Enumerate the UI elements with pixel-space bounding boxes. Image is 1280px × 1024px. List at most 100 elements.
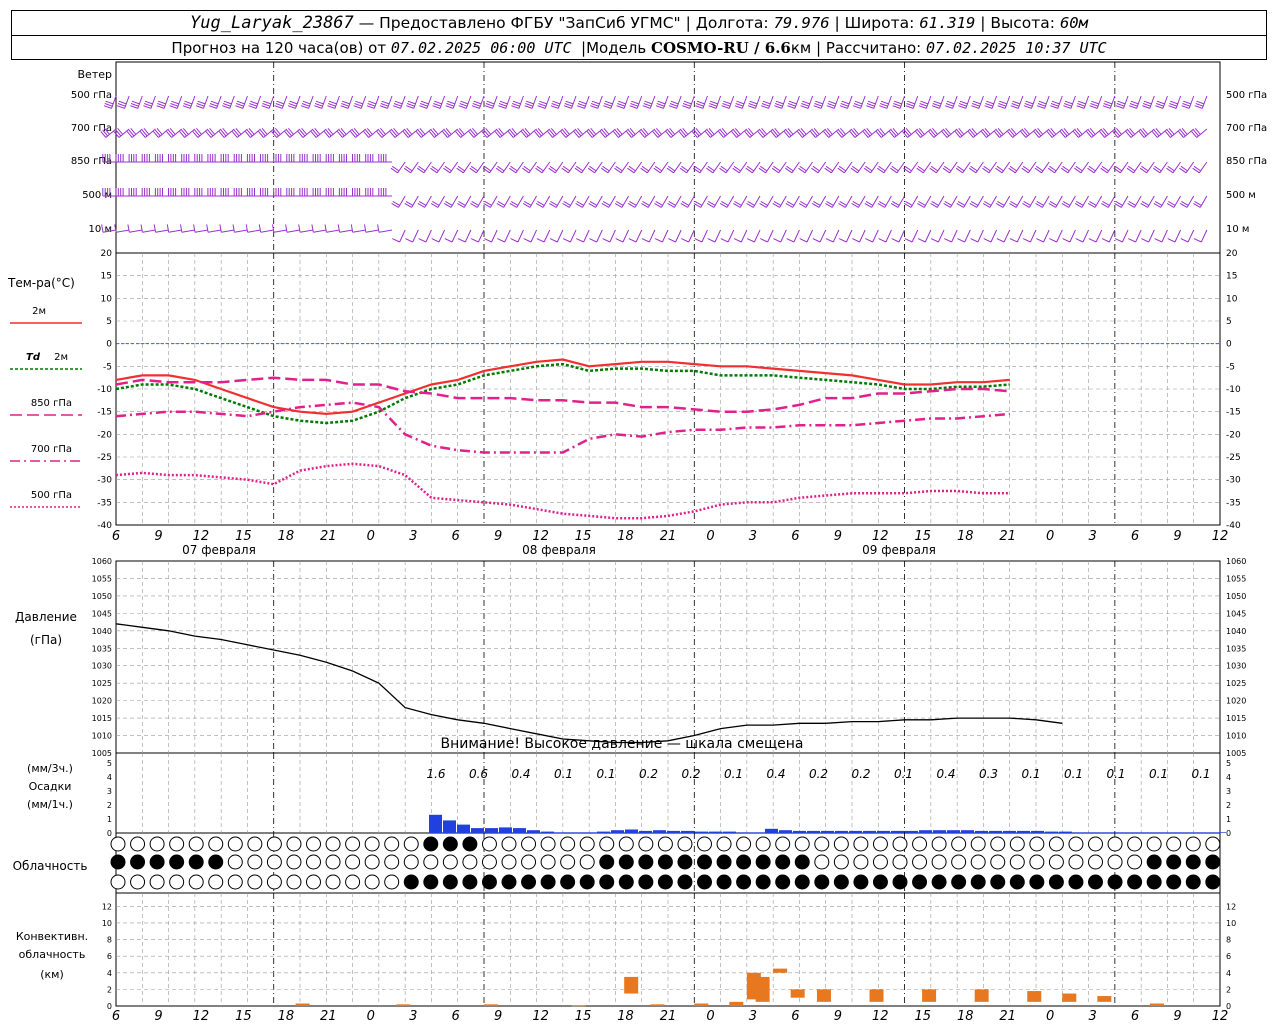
wind-barb xyxy=(464,229,472,243)
wind-barb-flag xyxy=(245,224,249,233)
precip-unit-1h: (мм/1ч.) xyxy=(27,798,73,811)
wind-barb xyxy=(462,161,472,174)
cloud-circle xyxy=(286,836,302,852)
cloud-circle xyxy=(1009,854,1025,870)
wind-barb xyxy=(423,161,432,174)
wind-barb xyxy=(181,229,195,233)
conv-title-3: (км) xyxy=(40,968,64,981)
wind-barb-row xyxy=(102,188,1208,208)
wind-barb-flag xyxy=(457,238,466,243)
wind-barb-flag xyxy=(325,188,334,196)
precip-3h-label: 0.1 xyxy=(596,767,615,781)
temp-ytick-label-right: 0 xyxy=(1226,340,1232,350)
wind-barb-flag xyxy=(589,238,597,243)
wind-barb-flag xyxy=(168,154,177,162)
precip-bar xyxy=(961,830,974,833)
wind-barb xyxy=(739,195,748,208)
precip-ytick-label: 3 xyxy=(107,787,112,796)
cloud-circle xyxy=(1185,874,1201,890)
precip-bar xyxy=(513,828,526,833)
cloud-circle xyxy=(697,854,712,870)
wind-barb xyxy=(1070,95,1076,109)
cloud-circle xyxy=(208,836,224,852)
x-tick-label-bottom: 18 xyxy=(957,1009,974,1024)
x-tick-label-bottom: 21 xyxy=(660,1009,677,1024)
x-tick-label: 0 xyxy=(706,529,714,544)
wind-barb xyxy=(313,229,327,233)
precip-bar xyxy=(667,830,680,833)
wind-barb-flag xyxy=(996,238,1005,243)
pressure-ytick-label: 1010 xyxy=(92,732,112,741)
cloud-circle xyxy=(970,854,986,870)
date-label: 07 февраля xyxy=(182,543,256,557)
precip-bar xyxy=(569,832,582,833)
cloud-circle xyxy=(306,854,321,870)
wind-barb xyxy=(596,229,603,243)
wind-barb xyxy=(1043,229,1050,243)
x-tick-label-bottom: 3 xyxy=(1088,1009,1096,1024)
x-tick-label-bottom: 6 xyxy=(1131,1009,1139,1024)
wind-barb xyxy=(1015,195,1024,208)
conv-bar xyxy=(869,989,884,1002)
pressure-ytick-label-right: 1035 xyxy=(1226,644,1246,653)
conv-bar xyxy=(790,989,805,998)
precip-ytick-label-right: 4 xyxy=(1226,773,1231,782)
wind-level-label: 500 гПа xyxy=(71,90,112,101)
cloud-circle xyxy=(677,874,693,890)
precip-bar xyxy=(1073,832,1086,833)
conv-bar xyxy=(396,1004,411,1006)
wind-barb xyxy=(530,229,538,243)
precip-bar xyxy=(1115,832,1128,833)
wind-barb xyxy=(515,161,524,174)
cloud-circle xyxy=(521,836,537,852)
wind-barb-row xyxy=(100,127,1208,138)
cloud-circle xyxy=(951,854,967,870)
cloud-circle xyxy=(970,836,986,852)
cloud-circle xyxy=(110,854,126,870)
cloud-circle xyxy=(736,836,752,852)
wind-barb-flag xyxy=(233,154,242,162)
cloud-circle xyxy=(169,836,185,852)
precip-bar xyxy=(429,814,442,833)
wind-barb xyxy=(155,229,169,233)
wind-barb-flag xyxy=(576,238,584,243)
cloud-circle xyxy=(1166,854,1182,870)
cloud-circle xyxy=(286,854,302,870)
conv-bar xyxy=(922,989,937,1002)
cloud-circle xyxy=(716,854,732,870)
wind-barb xyxy=(1044,95,1050,109)
wind-barb xyxy=(451,229,459,243)
cloud-circle xyxy=(657,874,673,890)
wind-barb-flag xyxy=(1049,238,1057,243)
precip-3h-label: 0.1 xyxy=(1149,767,1168,781)
wind-barb-flag xyxy=(536,238,545,243)
wind-barb xyxy=(286,229,301,233)
precip-3h-label: 0.2 xyxy=(809,767,828,781)
temp-ytick-label: -5 xyxy=(103,362,112,372)
wind-barb xyxy=(142,229,156,233)
cloud-circle xyxy=(384,836,400,852)
cloud-circle xyxy=(345,874,361,890)
wind-barb-flag xyxy=(153,224,157,233)
wind-barb xyxy=(326,229,340,233)
cloud-circle xyxy=(1048,836,1064,852)
wind-barb-flag xyxy=(337,224,341,233)
wind-barb-flag xyxy=(970,238,979,243)
precip-3h-label: 0.1 xyxy=(1064,767,1083,781)
precip-ytick-label-right: 0 xyxy=(1226,829,1231,838)
conv-ytick-label: 2 xyxy=(107,985,112,994)
wind-barb xyxy=(412,229,419,243)
x-tick-label: 21 xyxy=(999,529,1016,544)
precip-ytick-label-right: 3 xyxy=(1226,787,1231,796)
cloud-circle xyxy=(638,854,654,870)
cloud-circle xyxy=(423,854,439,870)
temp-ytick-label: -10 xyxy=(97,385,112,395)
cloud-circle xyxy=(481,854,497,870)
legend-label: 2м xyxy=(54,352,68,363)
wind-barb xyxy=(426,95,432,109)
x-tick-label-bottom: 9 xyxy=(494,1009,502,1024)
precip-bar xyxy=(681,830,694,833)
cloud-circle xyxy=(325,874,341,890)
cloud-circle xyxy=(579,836,595,852)
wind-barb xyxy=(1162,95,1168,109)
